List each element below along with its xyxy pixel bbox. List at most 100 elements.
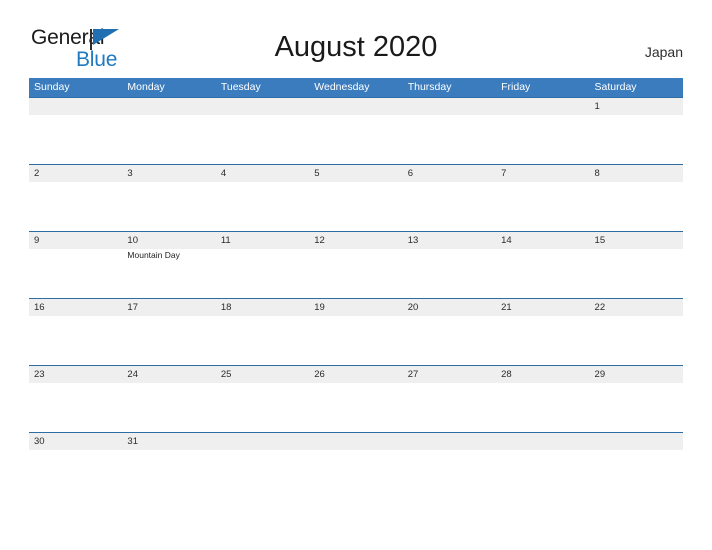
day-events[interactable] (403, 182, 496, 230)
day-cell[interactable]: 8 (590, 165, 683, 182)
calendar-grid: Sunday Monday Tuesday Wednesday Thursday… (29, 78, 683, 499)
day-events[interactable] (122, 182, 215, 230)
day-events[interactable] (590, 249, 683, 297)
day-number: 22 (594, 302, 606, 313)
day-cell[interactable]: 30 (29, 433, 122, 450)
day-events[interactable] (309, 450, 402, 498)
day-cell[interactable]: 3 (122, 165, 215, 182)
day-cell[interactable]: 6 (403, 165, 496, 182)
day-cell[interactable] (403, 98, 496, 115)
day-events[interactable] (309, 249, 402, 297)
day-cell[interactable]: 19 (309, 299, 402, 316)
day-events[interactable] (403, 450, 496, 498)
day-events[interactable] (590, 182, 683, 230)
day-cell[interactable]: 25 (216, 366, 309, 383)
day-events[interactable] (216, 383, 309, 431)
day-events[interactable]: Mountain Day (122, 249, 215, 297)
day-events[interactable] (216, 249, 309, 297)
day-events[interactable] (29, 383, 122, 431)
day-cell[interactable]: 24 (122, 366, 215, 383)
day-events[interactable] (496, 316, 589, 364)
day-events[interactable] (216, 316, 309, 364)
day-cell[interactable]: 22 (590, 299, 683, 316)
day-events[interactable] (309, 115, 402, 163)
day-cell[interactable]: 10 (122, 232, 215, 249)
day-events[interactable] (29, 249, 122, 297)
day-cell[interactable]: 14 (496, 232, 589, 249)
day-number: 20 (407, 302, 419, 313)
day-cell[interactable]: 12 (309, 232, 402, 249)
day-cell[interactable] (309, 98, 402, 115)
day-cell[interactable] (122, 98, 215, 115)
day-number: 27 (407, 369, 419, 380)
day-cell[interactable]: 5 (309, 165, 402, 182)
day-cell[interactable]: 23 (29, 366, 122, 383)
day-cell[interactable] (216, 98, 309, 115)
day-cell[interactable]: 11 (216, 232, 309, 249)
weekday-header-sunday: Sunday (34, 81, 70, 93)
calendar-week-row: 1 (29, 97, 683, 164)
day-events[interactable] (590, 450, 683, 498)
week-day-number-band: 2 3 4 5 6 7 8 (29, 165, 683, 182)
day-events[interactable] (29, 182, 122, 230)
day-events[interactable] (29, 115, 122, 163)
day-events[interactable] (29, 316, 122, 364)
day-events[interactable] (29, 450, 122, 498)
day-cell[interactable]: 15 (590, 232, 683, 249)
day-events[interactable] (496, 383, 589, 431)
day-cell[interactable]: 17 (122, 299, 215, 316)
day-events[interactable] (496, 115, 589, 163)
day-number: 21 (501, 302, 512, 313)
day-events[interactable] (403, 249, 496, 297)
day-cell[interactable]: 13 (403, 232, 496, 249)
day-events[interactable] (309, 383, 402, 431)
day-cell[interactable]: 28 (496, 366, 589, 383)
day-events[interactable] (122, 115, 215, 163)
day-events[interactable] (403, 316, 496, 364)
week-day-number-band: 9 10 11 12 13 14 15 (29, 232, 683, 249)
day-cell[interactable] (496, 433, 589, 450)
day-number: 17 (127, 302, 138, 313)
calendar-week-row: 2 3 4 5 6 7 8 (29, 164, 683, 231)
day-cell[interactable]: 4 (216, 165, 309, 182)
day-cell[interactable]: 31 (122, 433, 215, 450)
day-events[interactable] (309, 182, 402, 230)
day-cell[interactable] (309, 433, 402, 450)
day-number: 4 (220, 168, 227, 179)
day-cell[interactable] (216, 433, 309, 450)
day-events[interactable] (403, 115, 496, 163)
day-cell[interactable]: 2 (29, 165, 122, 182)
day-cell[interactable]: 16 (29, 299, 122, 316)
day-cell[interactable] (29, 98, 122, 115)
day-events[interactable] (122, 450, 215, 498)
day-events[interactable] (122, 316, 215, 364)
day-events[interactable] (496, 182, 589, 230)
day-cell[interactable]: 9 (29, 232, 122, 249)
day-events[interactable] (590, 115, 683, 163)
day-cell[interactable] (590, 433, 683, 450)
day-events[interactable] (216, 182, 309, 230)
day-cell[interactable] (403, 433, 496, 450)
day-cell[interactable]: 27 (403, 366, 496, 383)
day-events[interactable] (309, 316, 402, 364)
week-day-number-band: 16 17 18 19 20 21 22 (29, 299, 683, 316)
day-cell[interactable]: 18 (216, 299, 309, 316)
day-number: 11 (220, 235, 231, 246)
day-events[interactable] (403, 383, 496, 431)
week-day-number-band: 1 (29, 98, 683, 115)
day-events[interactable] (122, 383, 215, 431)
weekday-header-saturday: Saturday (594, 81, 637, 93)
day-events[interactable] (590, 383, 683, 431)
day-cell[interactable]: 29 (590, 366, 683, 383)
day-events[interactable] (496, 450, 589, 498)
day-events[interactable] (216, 450, 309, 498)
day-cell[interactable]: 1 (590, 98, 683, 115)
day-events[interactable] (496, 249, 589, 297)
day-cell[interactable]: 20 (403, 299, 496, 316)
day-events[interactable] (590, 316, 683, 364)
day-cell[interactable]: 7 (496, 165, 589, 182)
day-events[interactable] (216, 115, 309, 163)
day-cell[interactable]: 21 (496, 299, 589, 316)
day-cell[interactable] (496, 98, 589, 115)
day-cell[interactable]: 26 (309, 366, 402, 383)
